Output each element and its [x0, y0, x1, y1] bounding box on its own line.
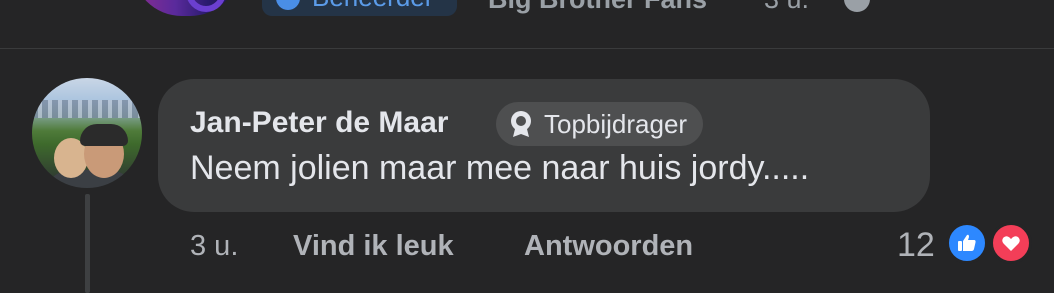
avatar-stadium-background	[32, 100, 142, 118]
comment-text: Neem jolien maar mee naar huis jordy....…	[190, 149, 810, 187]
comment-author[interactable]: Jan-Peter de Maar	[190, 106, 448, 140]
thread-line	[85, 194, 90, 293]
avatar[interactable]	[32, 78, 142, 188]
like-icon[interactable]	[946, 222, 988, 264]
group-avatar[interactable]	[132, 0, 240, 16]
medal-icon	[511, 111, 531, 137]
love-icon[interactable]	[990, 222, 1032, 264]
previous-post-header: Beheerder Big Brother Fans 3 u.	[0, 0, 1054, 49]
avatar-body	[42, 170, 138, 188]
globe-icon	[844, 0, 870, 12]
reply-button[interactable]: Antwoorden	[524, 230, 693, 263]
top-contributor-badge[interactable]: Topbijdrager	[496, 102, 704, 146]
avatar-hat	[80, 124, 128, 146]
shield-icon	[276, 0, 300, 10]
comment-thread: Beheerder Big Brother Fans 3 u. Jan-Pete…	[0, 0, 1054, 293]
admin-badge: Beheerder	[262, 0, 458, 16]
group-name-link[interactable]: Big Brother Fans	[488, 0, 707, 15]
top-contributor-label: Topbijdrager	[544, 109, 688, 139]
previous-post-timestamp[interactable]: 3 u.	[764, 0, 809, 15]
admin-badge-label: Beheerder	[312, 0, 433, 12]
comment-timestamp[interactable]: 3 u.	[190, 230, 238, 263]
like-button[interactable]: Vind ik leuk	[293, 230, 454, 263]
reaction-count[interactable]: 12	[897, 226, 935, 265]
